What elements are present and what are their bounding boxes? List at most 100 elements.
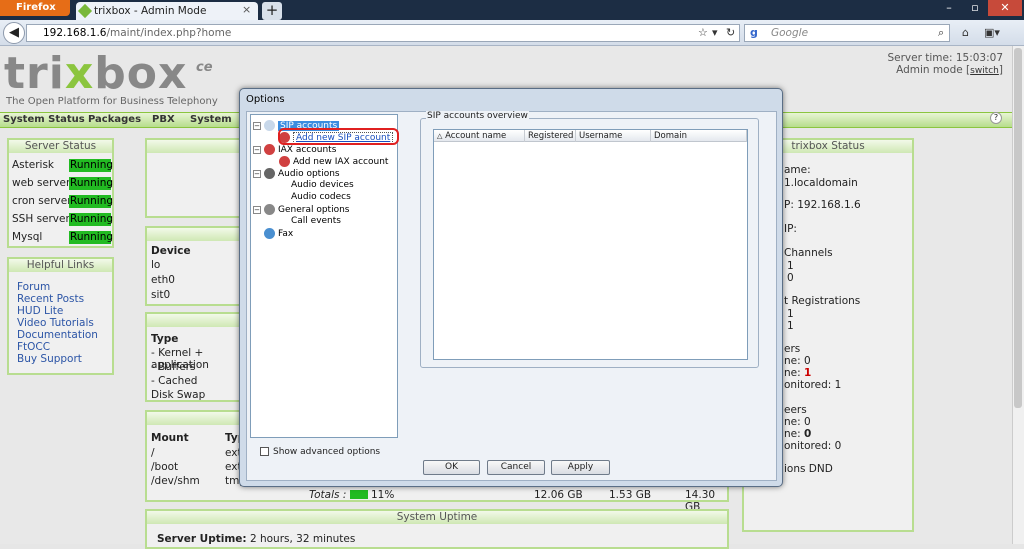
address-bar[interactable]: 192.168.1.6/maint/index.php?home (26, 24, 740, 42)
close-tab-icon[interactable]: × (242, 3, 251, 16)
extension-icon[interactable]: ▣▾ (984, 26, 1000, 39)
column-registered[interactable]: Registered (525, 130, 576, 142)
server-status-panel: Server Status Asterisk Running web serve… (7, 138, 114, 248)
tree-item-audio-devices[interactable]: Audio devices (291, 180, 354, 190)
tree-item-add-iax[interactable]: Add new IAX account (279, 156, 388, 167)
collapse-icon[interactable]: − (253, 122, 261, 130)
link-recent-posts[interactable]: Recent Posts (17, 293, 84, 305)
status-badge: Running (69, 159, 114, 172)
phone-icon (264, 120, 275, 131)
column-domain[interactable]: Domain (651, 130, 747, 142)
maximize-icon[interactable]: ▫ (962, 0, 988, 16)
memory-row: - Buffers (151, 361, 196, 373)
url-path: /maint/index.php?home (106, 27, 232, 39)
column-account-name[interactable]: △ Account name (434, 130, 525, 142)
totals-used: 12.06 GB (534, 489, 583, 501)
firefox-menu-button[interactable]: Firefox (0, 0, 70, 16)
peers-title: ers (784, 343, 801, 355)
registrations-value: 1 (787, 320, 794, 332)
sip-accounts-table[interactable]: △ Account name Registered Username Domai… (433, 129, 748, 360)
help-icon[interactable]: ? (990, 112, 1002, 124)
minimize-icon[interactable]: – (936, 0, 962, 16)
mount-row: /boot (151, 461, 179, 473)
network-panel: Device lo eth0 sit0 (145, 226, 245, 306)
menu-pbx[interactable]: PBX (152, 114, 175, 125)
device-row: lo (151, 259, 161, 271)
tree-item-general-options[interactable]: General options (264, 204, 349, 215)
peers2-online: ne: 0 (784, 416, 811, 428)
search-icon[interactable]: ⌕ (938, 26, 944, 40)
switch-link[interactable]: switch (970, 66, 999, 76)
new-tab-button[interactable]: + (262, 2, 282, 20)
peers-online: ne: 0 (784, 355, 811, 367)
tree-item-iax-accounts[interactable]: IAX accounts (264, 144, 336, 155)
apply-button[interactable]: Apply (551, 460, 610, 475)
speaker-icon (264, 168, 275, 179)
trixbox-favicon-icon (77, 3, 93, 19)
window-close-icon[interactable]: ✕ (988, 0, 1022, 16)
tree-item-fax[interactable]: Fax (264, 228, 293, 239)
mount-header: Mount (151, 432, 189, 444)
peers2-offline: ne: 0 (784, 428, 812, 440)
collapse-icon[interactable]: − (253, 170, 261, 178)
collapse-icon[interactable]: − (253, 146, 261, 154)
menu-system-status[interactable]: System Status (3, 114, 85, 125)
bookmark-star-icon[interactable]: ☆ (698, 26, 708, 39)
uptime-panel: System Uptime Server Uptime: 2 hours, 32… (145, 509, 729, 549)
ip2-label: IP: (784, 223, 797, 235)
panel-title: Server Status (9, 140, 112, 153)
link-hud-lite[interactable]: HUD Lite (17, 305, 63, 317)
home-icon[interactable]: ⌂ (962, 26, 969, 39)
panel-title: Helpful Links (9, 259, 112, 272)
service-name: Mysql (12, 231, 43, 243)
collapse-icon[interactable]: − (253, 206, 261, 214)
dropdown-icon[interactable]: ▾ (712, 26, 718, 39)
link-documentation[interactable]: Documentation (17, 329, 98, 341)
back-button[interactable]: ◀ (3, 22, 25, 44)
helpful-links-panel: Helpful Links Forum Recent Posts HUD Lit… (7, 257, 114, 375)
navigation-bar: ◀ 192.168.1.6/maint/index.php?home ☆ ▾ ↻… (0, 20, 1024, 46)
column-username[interactable]: Username (576, 130, 651, 142)
google-icon: g (750, 26, 758, 39)
link-buy-support[interactable]: Buy Support (17, 353, 82, 365)
link-forum[interactable]: Forum (17, 281, 50, 293)
advanced-options-checkbox[interactable] (260, 447, 269, 456)
channels-value: 1 (787, 260, 794, 272)
status-badge: Running (69, 213, 114, 226)
table-header: △ Account name Registered Username Domai… (434, 130, 747, 142)
link-video-tutorials[interactable]: Video Tutorials (17, 317, 94, 329)
status-badge: Running (69, 195, 114, 208)
memory-header: Type (151, 333, 179, 345)
scrollbar-thumb[interactable] (1014, 48, 1022, 408)
reload-icon[interactable]: ↻ (726, 26, 735, 39)
menu-packages[interactable]: Packages (88, 114, 141, 125)
panel-title: System Uptime (147, 511, 727, 524)
tree-item-audio-codecs[interactable]: Audio codecs (291, 192, 351, 202)
dialog-title: Options (246, 94, 285, 105)
search-input[interactable]: Google (744, 24, 950, 42)
channels-title: Channels (784, 247, 833, 259)
advanced-options-label: Show advanced options (273, 447, 381, 457)
device-row: sit0 (151, 289, 171, 301)
peers-offline: ne: 1 (784, 367, 812, 379)
server-time: Server time: 15:03:07 (887, 52, 1003, 64)
tree-item-call-events[interactable]: Call events (291, 216, 341, 226)
admin-mode: Admin mode [switch] (896, 64, 1003, 76)
peers2-title: eers (784, 404, 807, 416)
menu-system[interactable]: System (190, 114, 232, 125)
tree-item-audio-options[interactable]: Audio options (264, 168, 340, 179)
memory-row: Disk Swap (151, 389, 206, 401)
hostname: 1.localdomain (784, 177, 858, 189)
ip-text: P: 192.168.1.6 (784, 199, 861, 211)
tagline: The Open Platform for Business Telephony (6, 96, 218, 107)
uptime-text: Server Uptime: 2 hours, 32 minutes (157, 533, 356, 545)
peers-unmonitored: onitored: 1 (784, 379, 842, 391)
registrations-value: 1 (787, 308, 794, 320)
totals-percent: 11% (371, 489, 395, 501)
link-ftocc[interactable]: FtOCC (17, 341, 50, 353)
browser-tab[interactable]: trixbox - Admin Mode × (76, 2, 258, 20)
cancel-button[interactable]: Cancel (487, 460, 545, 475)
url-host: 192.168.1.6 (43, 27, 107, 39)
ok-button[interactable]: OK (423, 460, 480, 475)
trixbox-logo: trixbox (4, 48, 188, 99)
